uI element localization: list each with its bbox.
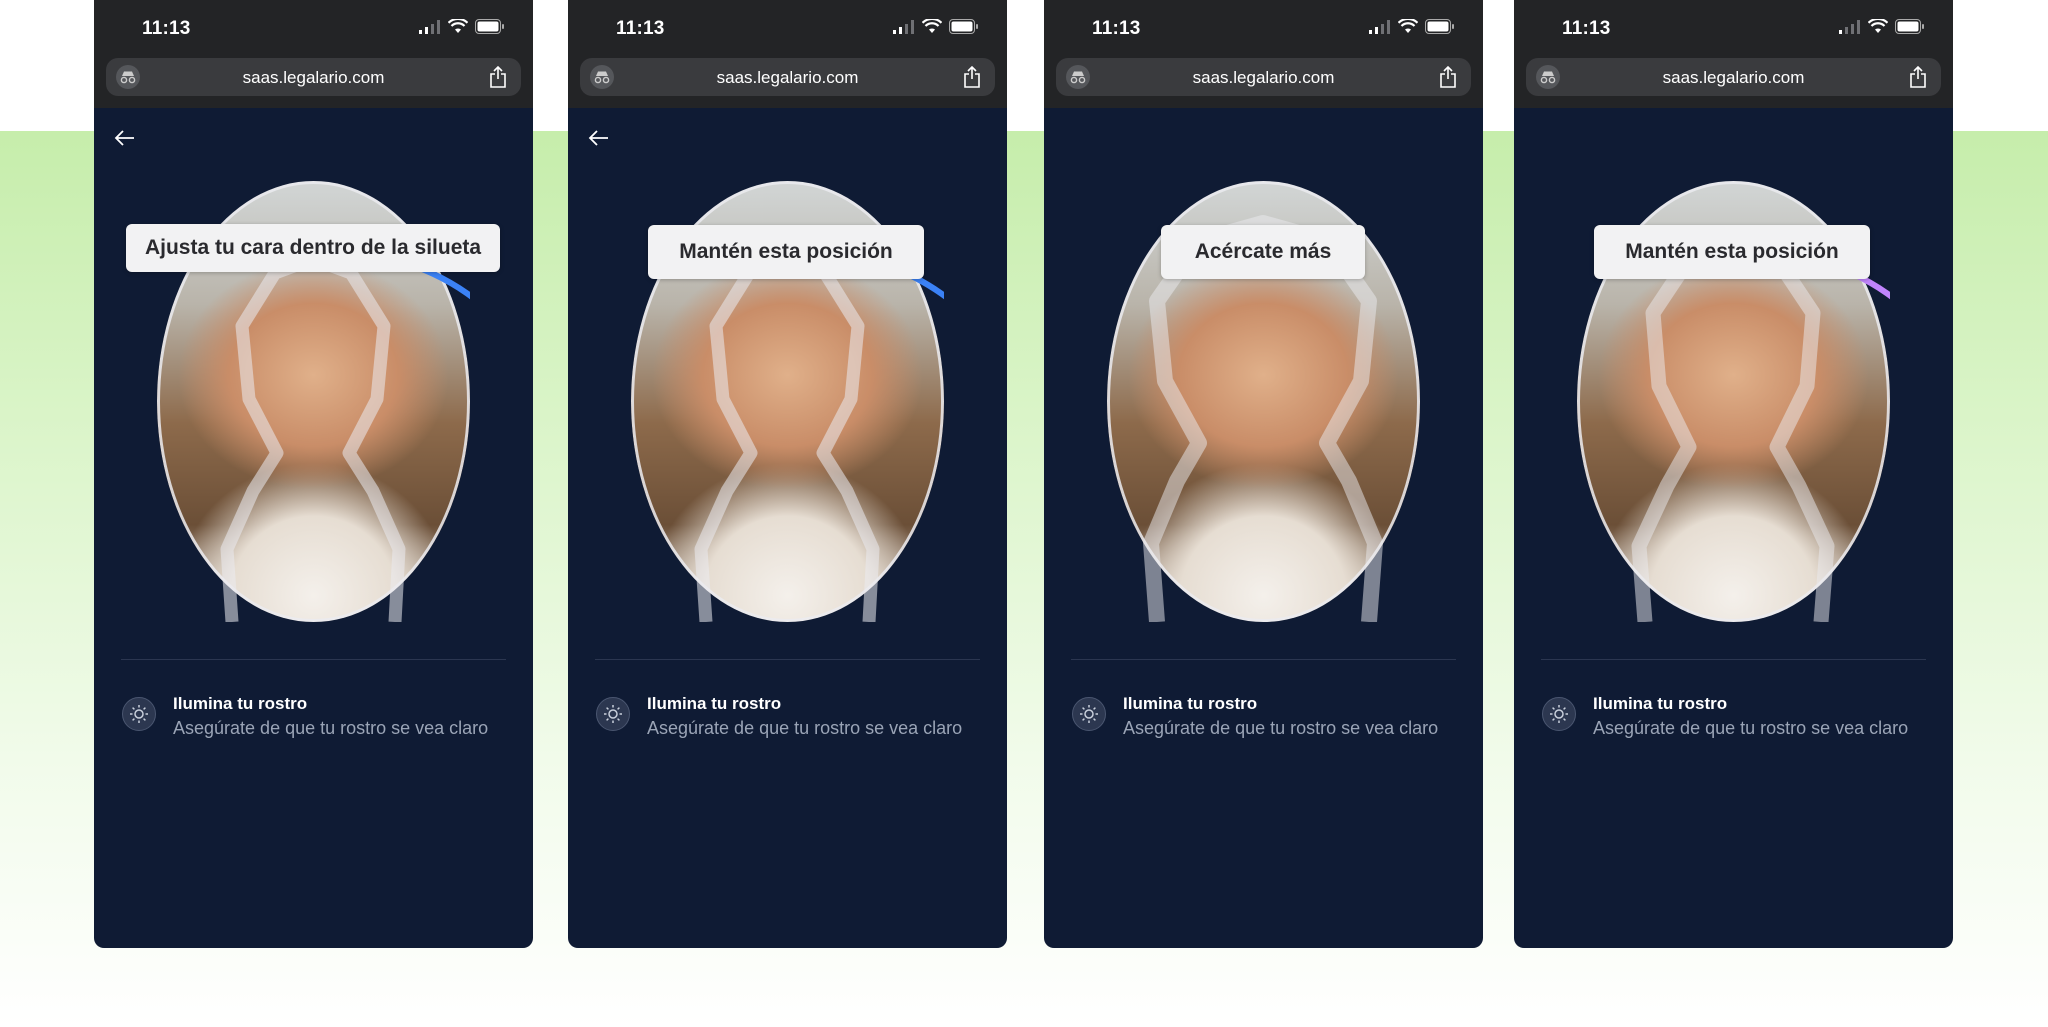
url-text: saas.legalario.com xyxy=(1192,68,1335,87)
status-time: 11:13 xyxy=(1092,18,1141,39)
sun-icon xyxy=(1542,697,1576,731)
wifi-icon xyxy=(1868,19,1888,33)
browser-chrome: 11:13 saas.legalario.com xyxy=(568,0,1007,108)
browser-chrome: 11:13 saas.legalario.com xyxy=(94,0,533,108)
signal-icon xyxy=(893,19,914,34)
divider xyxy=(121,659,506,660)
back-arrow-icon[interactable] xyxy=(588,128,610,148)
status-time: 11:13 xyxy=(1562,18,1611,39)
tip-subtitle: Asegúrate de que tu rostro se vea claro xyxy=(647,718,963,738)
system-icons xyxy=(893,19,979,34)
share-icon[interactable] xyxy=(963,65,981,93)
status-time: 11:13 xyxy=(616,18,665,39)
share-icon[interactable] xyxy=(1439,65,1457,93)
address-bar[interactable]: saas.legalario.com xyxy=(1526,58,1941,96)
battery-icon xyxy=(1895,19,1924,34)
address-bar[interactable]: saas.legalario.com xyxy=(1056,58,1471,96)
signal-icon xyxy=(1369,19,1390,34)
battery-icon xyxy=(949,19,978,34)
wifi-icon xyxy=(922,19,942,33)
url-text: saas.legalario.com xyxy=(1662,68,1805,87)
phone-screen-3: 11:13 saas.legalario.com Acércate más Il… xyxy=(1044,0,1483,948)
battery-icon xyxy=(475,19,504,34)
divider xyxy=(1541,659,1926,660)
tip-subtitle: Asegúrate de que tu rostro se vea claro xyxy=(1123,718,1439,738)
divider xyxy=(1071,659,1456,660)
tip-title: Ilumina tu rostro xyxy=(173,694,308,713)
back-arrow-icon[interactable] xyxy=(114,128,136,148)
status-time: 11:13 xyxy=(142,18,191,39)
system-icons xyxy=(1839,19,1925,34)
instruction-label: Mantén esta posición xyxy=(1594,225,1870,279)
system-icons xyxy=(419,19,505,34)
signal-icon xyxy=(1839,19,1860,34)
sun-icon xyxy=(122,697,156,731)
phone-screen-2: 11:13 saas.legalario.com Mantén esta pos… xyxy=(568,0,1007,948)
signal-icon xyxy=(419,19,440,34)
instruction-label: Acércate más xyxy=(1161,225,1365,279)
share-icon[interactable] xyxy=(489,65,507,93)
system-icons xyxy=(1369,19,1455,34)
sun-icon xyxy=(596,697,630,731)
divider xyxy=(595,659,980,660)
url-text: saas.legalario.com xyxy=(242,68,385,87)
battery-icon xyxy=(1425,19,1454,34)
tip-subtitle: Asegúrate de que tu rostro se vea claro xyxy=(1593,718,1909,738)
browser-chrome: 11:13 saas.legalario.com xyxy=(1044,0,1483,108)
instruction-label: Mantén esta posición xyxy=(648,225,924,279)
browser-chrome: 11:13 saas.legalario.com xyxy=(1514,0,1953,108)
share-icon[interactable] xyxy=(1909,65,1927,93)
address-bar[interactable]: saas.legalario.com xyxy=(106,58,521,96)
sun-icon xyxy=(1072,697,1106,731)
phone-screen-1: 11:13 saas.legalario.com Ajusta tu cara … xyxy=(94,0,533,948)
tip-subtitle: Asegúrate de que tu rostro se vea claro xyxy=(173,718,489,738)
tip-title: Ilumina tu rostro xyxy=(1123,694,1258,713)
phone-screen-4: 11:13 saas.legalario.com Mantén esta pos… xyxy=(1514,0,1953,948)
instruction-label: Ajusta tu cara dentro de la silueta xyxy=(126,224,500,272)
tip-title: Ilumina tu rostro xyxy=(647,694,782,713)
url-text: saas.legalario.com xyxy=(716,68,859,87)
tip-title: Ilumina tu rostro xyxy=(1593,694,1728,713)
wifi-icon xyxy=(1398,19,1418,33)
wifi-icon xyxy=(448,19,468,33)
address-bar[interactable]: saas.legalario.com xyxy=(580,58,995,96)
